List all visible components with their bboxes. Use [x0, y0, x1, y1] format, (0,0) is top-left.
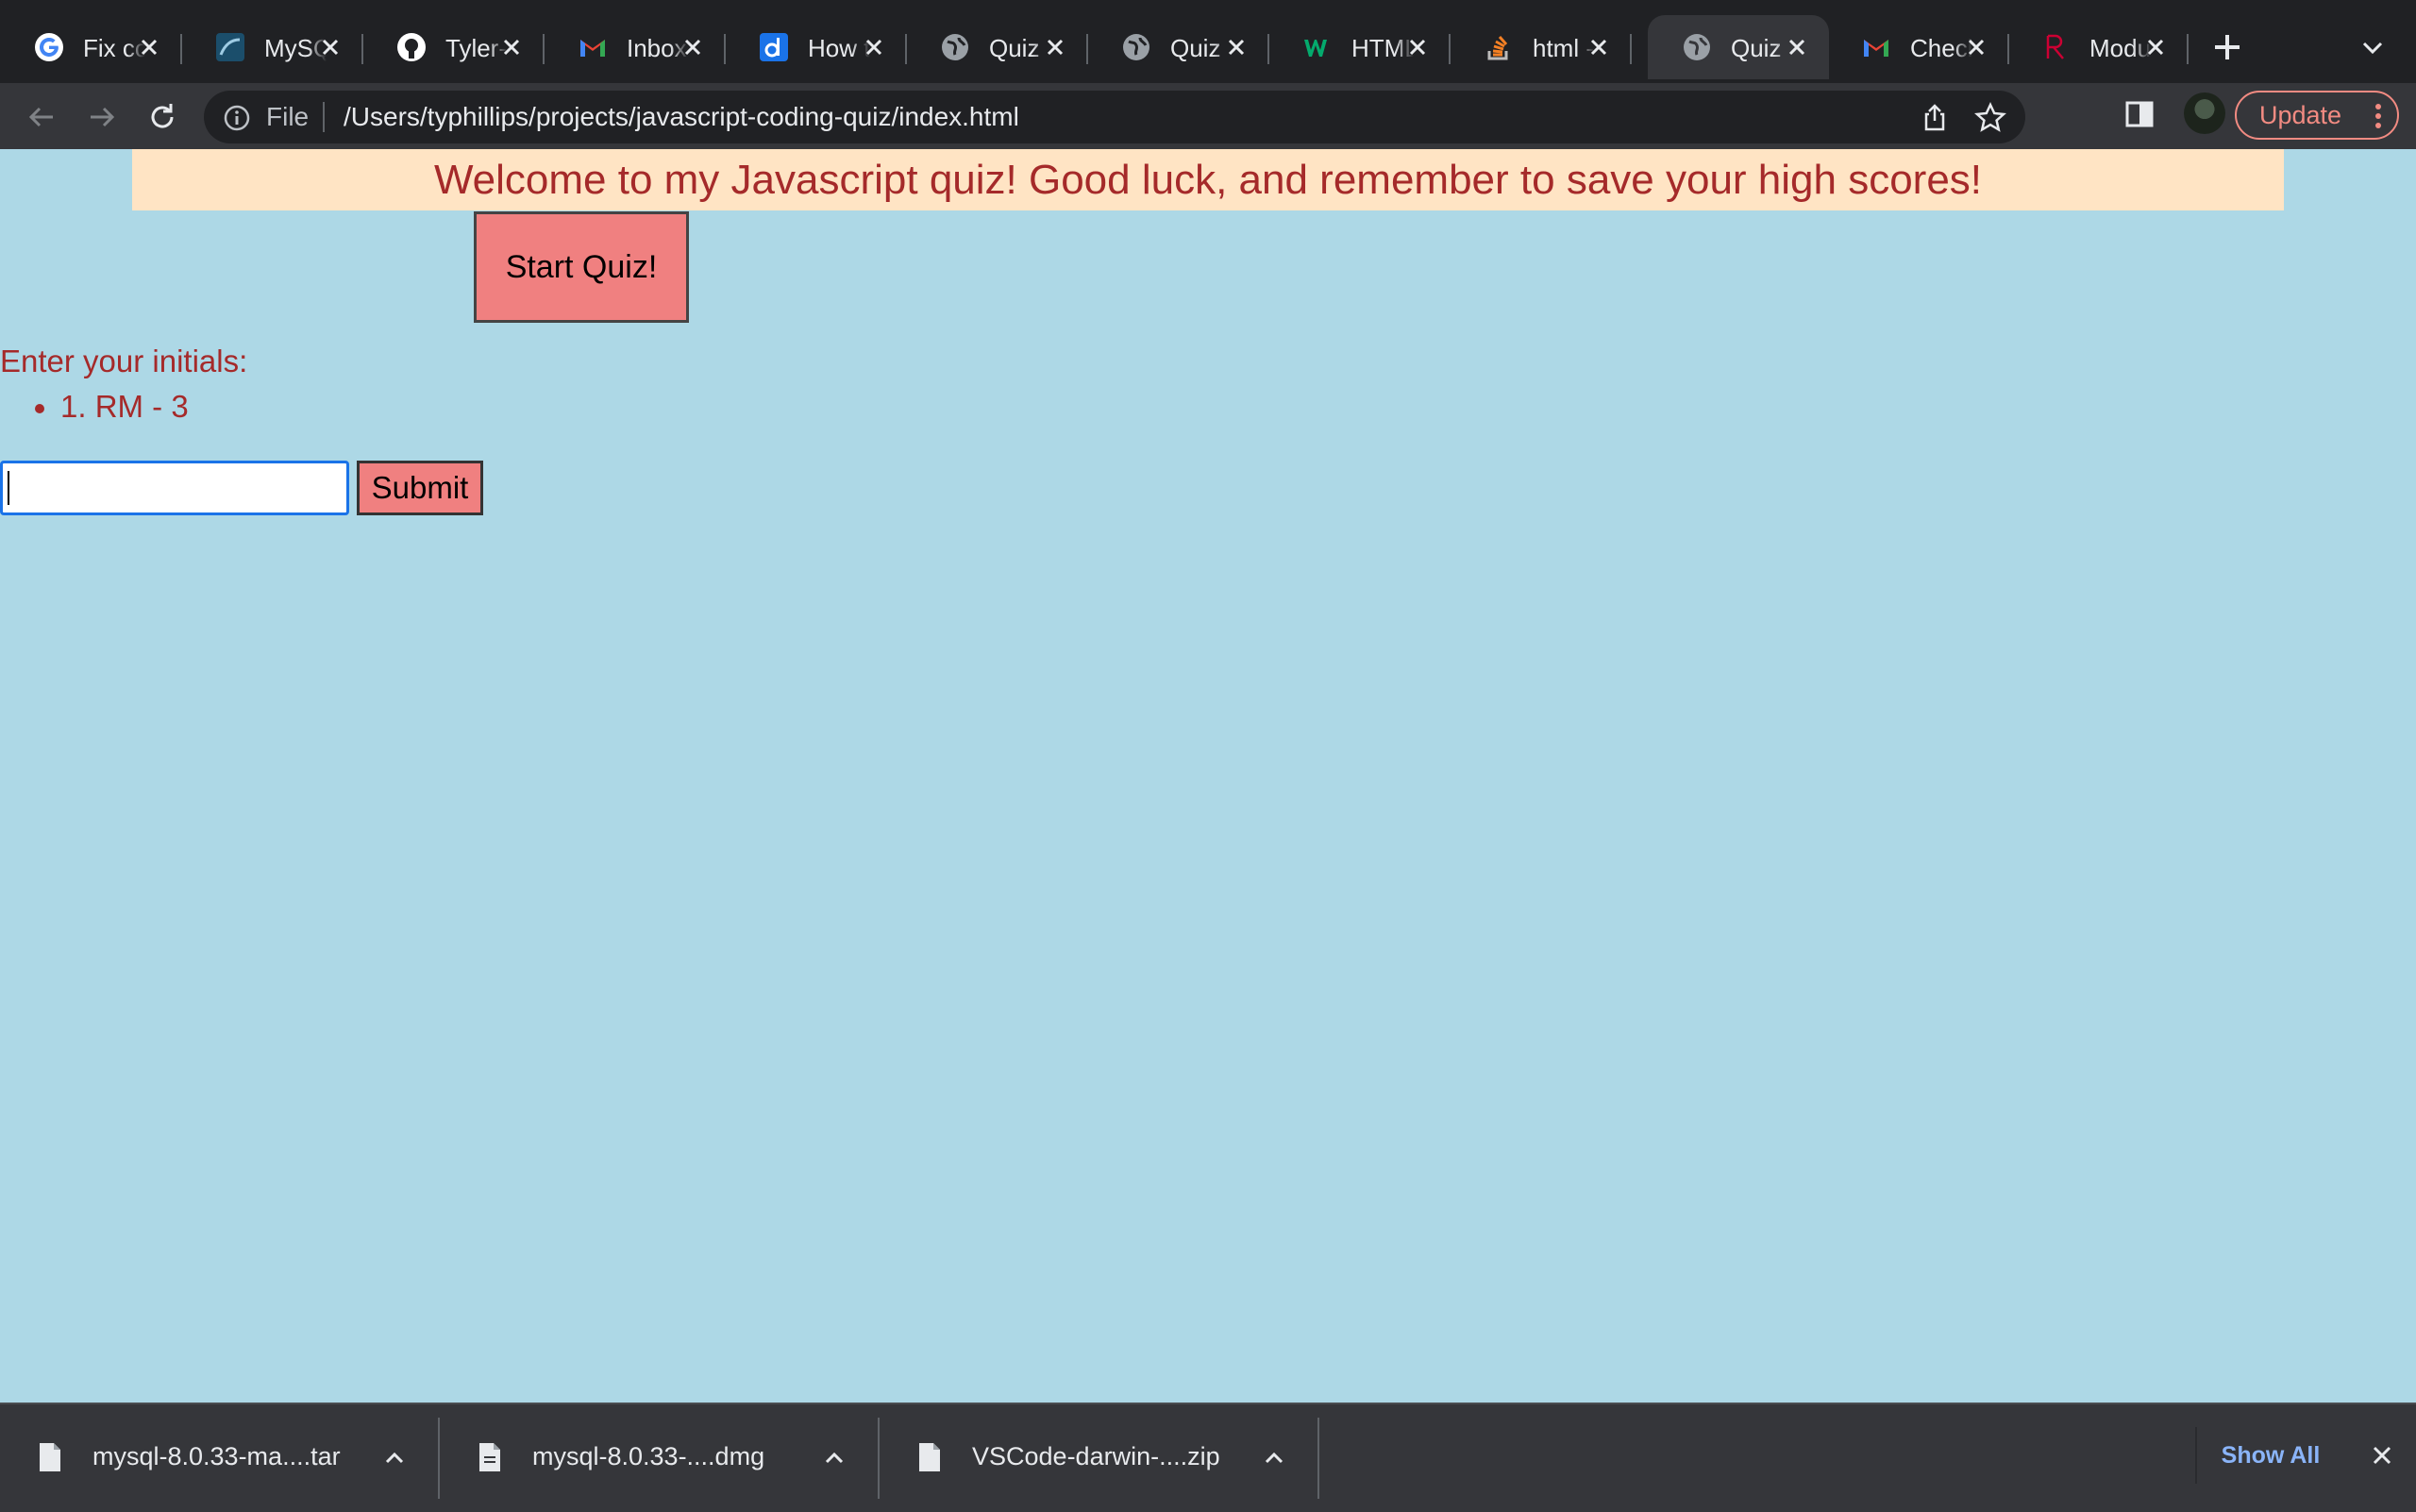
stackoverflow-icon: [1484, 32, 1514, 62]
d-icon: [759, 32, 789, 62]
close-tab-icon[interactable]: [1784, 34, 1810, 60]
globe-icon: [1682, 32, 1712, 62]
tab-quiz-1[interactable]: Quiz: [906, 15, 1088, 79]
download-item[interactable]: mysql-8.0.33-ma....tar: [0, 1404, 440, 1512]
file-icon: [478, 1442, 502, 1472]
chevron-down-icon[interactable]: [2357, 32, 2388, 62]
mysql-icon: [215, 32, 245, 62]
omnibox-divider: [323, 102, 325, 132]
close-tab-icon[interactable]: [136, 34, 162, 60]
gmail-icon: [1861, 32, 1891, 62]
show-all-downloads-button[interactable]: Show All: [2195, 1427, 2344, 1484]
tab-check[interactable]: Checl: [1827, 15, 2009, 79]
address-bar[interactable]: File /Users/typhillips/projects/javascri…: [204, 91, 2025, 143]
close-downloads-icon[interactable]: [2369, 1442, 2395, 1469]
initials-input[interactable]: [0, 461, 349, 515]
file-icon: [917, 1442, 942, 1472]
tab-github[interactable]: Tyler-: [362, 15, 545, 79]
download-divider: [1317, 1418, 1319, 1499]
close-tab-icon[interactable]: [861, 34, 887, 60]
profile-avatar[interactable]: [2184, 92, 2225, 134]
tab-inbox[interactable]: Inbox: [544, 15, 726, 79]
close-tab-icon[interactable]: [1404, 34, 1431, 60]
chevron-up-icon[interactable]: [383, 1448, 406, 1467]
tab-stackoverflow[interactable]: html -: [1450, 15, 1632, 79]
bookmark-star-icon[interactable]: [1974, 102, 2006, 134]
download-filename: mysql-8.0.33-....dmg: [532, 1442, 765, 1470]
welcome-text: Welcome to my Javascript quiz! Good luck…: [433, 156, 1983, 203]
download-filename: mysql-8.0.33-ma....tar: [92, 1442, 341, 1470]
w3schools-icon: [1302, 32, 1333, 62]
browser-toolbar: File /Users/typhillips/projects/javascri…: [0, 83, 2416, 150]
update-button[interactable]: Update: [2235, 91, 2399, 140]
reload-icon[interactable]: [143, 98, 181, 136]
share-icon[interactable]: [1920, 102, 1950, 132]
download-item[interactable]: mysql-8.0.33-....dmg: [440, 1404, 880, 1512]
welcome-banner: Welcome to my Javascript quiz! Good luck…: [132, 149, 2284, 210]
forward-arrow-icon[interactable]: [83, 98, 121, 136]
tab-html[interactable]: HTML: [1268, 15, 1451, 79]
high-score-item: 1. RM - 3: [30, 389, 189, 425]
chevron-up-icon[interactable]: [1263, 1448, 1285, 1467]
close-tab-icon[interactable]: [1586, 34, 1612, 60]
url-text[interactable]: /Users/typhillips/projects/javascript-co…: [344, 102, 1019, 132]
close-tab-icon[interactable]: [680, 34, 706, 60]
url-scheme-label: File: [266, 102, 310, 131]
start-quiz-button[interactable]: Start Quiz!: [474, 211, 689, 323]
submit-button[interactable]: Submit: [357, 461, 483, 515]
tab-mysql[interactable]: MySQ: [181, 15, 363, 79]
page-content: Welcome to my Javascript quiz! Good luck…: [0, 149, 2416, 1403]
tab-how-to[interactable]: How t: [725, 15, 907, 79]
close-tab-icon[interactable]: [2142, 34, 2169, 60]
new-tab-plus-icon[interactable]: [2210, 30, 2244, 64]
download-filename: VSCode-darwin-....zip: [972, 1442, 1220, 1470]
chevron-up-icon[interactable]: [823, 1448, 846, 1467]
file-icon: [38, 1442, 62, 1472]
info-icon[interactable]: [223, 104, 251, 132]
tab-divider: [2187, 34, 2189, 64]
downloads-bar: mysql-8.0.33-ma....tar mysql-8.0.33-....…: [0, 1403, 2416, 1512]
text-cursor: [8, 471, 9, 505]
update-button-label: Update: [2259, 100, 2342, 129]
side-panel-icon[interactable]: [2123, 98, 2156, 130]
close-tab-icon[interactable]: [1223, 34, 1250, 60]
close-tab-icon[interactable]: [1963, 34, 1989, 60]
tab-quiz-2[interactable]: Quiz: [1087, 15, 1269, 79]
google-icon: [34, 32, 64, 62]
globe-icon: [1121, 32, 1151, 62]
download-item[interactable]: VSCode-darwin-....zip: [880, 1404, 1319, 1512]
tab-strip: Fix co MySQ Tyler- Inbox How t Quiz Quiz…: [0, 0, 2416, 83]
tab-fix-co[interactable]: Fix co: [0, 15, 182, 79]
back-arrow-icon[interactable]: [23, 98, 60, 136]
close-tab-icon[interactable]: [317, 34, 344, 60]
r-icon: [2040, 32, 2071, 62]
close-tab-icon[interactable]: [498, 34, 525, 60]
globe-icon: [940, 32, 970, 62]
high-scores-list: 1. RM - 3: [30, 389, 189, 425]
github-icon: [396, 32, 427, 62]
close-tab-icon[interactable]: [1042, 34, 1068, 60]
initials-prompt: Enter your initials:: [0, 344, 248, 378]
tab-divider: [1630, 34, 1632, 64]
tab-module[interactable]: Modu: [2006, 15, 2189, 79]
tab-quiz-active[interactable]: Quiz: [1648, 15, 1829, 79]
more-menu-icon[interactable]: [2374, 102, 2382, 130]
gmail-icon: [578, 32, 608, 62]
